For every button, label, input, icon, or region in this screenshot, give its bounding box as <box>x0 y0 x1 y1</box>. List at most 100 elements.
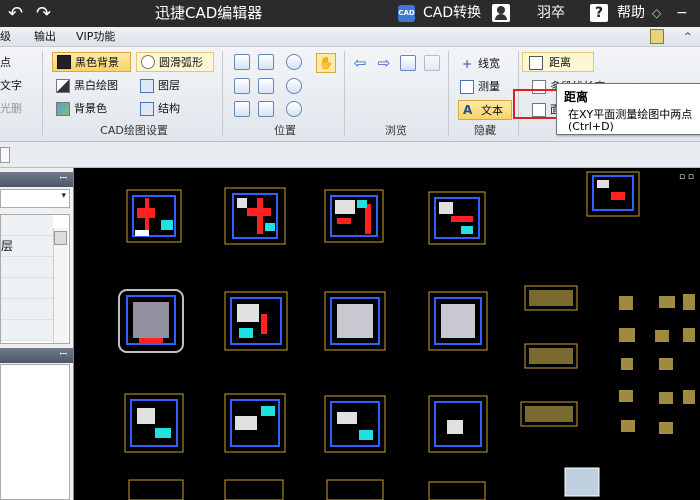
floor-plan <box>128 479 486 500</box>
ribbon-text-button[interactable]: 文字 <box>0 76 22 96</box>
zoom-realtime-icon[interactable] <box>258 101 274 117</box>
pin-icon[interactable]: ◇ <box>652 0 661 27</box>
floor-plan <box>428 395 488 453</box>
line-width-label: 线宽 <box>478 57 500 70</box>
structure-button[interactable]: 结构 <box>140 99 180 119</box>
arrow-left-icon[interactable]: ⇦ <box>352 55 368 71</box>
tooltip-shortcut: (Ctrl+D) <box>568 120 614 133</box>
hand-pan-icon[interactable]: ✋ <box>316 53 336 73</box>
layer-dropdown[interactable]: ▾ <box>0 189 70 208</box>
panel-pin-icon[interactable]: ꟷ <box>60 172 67 187</box>
user-icon[interactable] <box>492 4 510 22</box>
menu-output[interactable]: 输出 <box>34 27 56 47</box>
menu-bar: 级 输出 VIP功能 ^ <box>0 27 700 47</box>
black-white-drawing-button[interactable]: 黑白绘图 <box>56 76 118 96</box>
username-label[interactable]: 羽卒 <box>537 0 565 27</box>
distance-tooltip: 距离 在XY平面测量绘图中两点 (Ctrl+D) <box>556 83 700 135</box>
black-background-button[interactable]: 黑色背景 <box>52 52 131 72</box>
zoom-previous-icon[interactable] <box>234 101 250 117</box>
ribbon-separator <box>448 51 449 137</box>
structure-label: 结构 <box>158 102 180 115</box>
help-icon[interactable]: ? <box>590 4 608 22</box>
list-item[interactable] <box>1 215 53 236</box>
structure-icon <box>140 102 154 116</box>
title-bar: ↶ ↷ 迅捷CAD编辑器 CAD CAD转换 羽卒 ? 帮助 ◇ − <box>0 0 700 27</box>
floor-plan <box>224 393 286 453</box>
measure-toggle-label: 测量 <box>478 80 500 93</box>
minimize-button[interactable]: − <box>676 0 688 27</box>
tab-strip <box>0 142 700 168</box>
background-color-icon <box>56 102 70 116</box>
ruler-icon <box>529 56 543 70</box>
tab-strip-control[interactable] <box>0 147 10 163</box>
menu-vip[interactable]: VIP功能 <box>76 27 115 47</box>
black-white-label: 黑白绘图 <box>74 79 118 92</box>
panel-header: ꟷ <box>0 172 73 187</box>
smooth-arc-icon <box>141 55 155 69</box>
cad-logo-icon[interactable]: CAD <box>398 5 415 22</box>
zoom-out-icon[interactable] <box>286 78 302 94</box>
layer-scroll-thumb[interactable] <box>54 231 67 245</box>
layers-icon <box>140 79 154 93</box>
zoom-in-icon[interactable] <box>286 54 302 70</box>
floor-plan <box>224 291 288 351</box>
position-group-label: 位置 <box>274 124 296 137</box>
refresh-view-icon[interactable] <box>400 55 416 71</box>
detail-drawings <box>619 294 695 370</box>
black-background-label: 黑色背景 <box>75 56 119 69</box>
floor-plan <box>428 291 488 351</box>
collapse-ribbon-icon[interactable]: ^ <box>684 27 692 47</box>
distance-label: 距离 <box>549 56 571 69</box>
layer-scrollbar[interactable] <box>53 228 68 343</box>
undo-icon[interactable]: ↶ <box>8 0 23 27</box>
floor-plan <box>324 291 386 351</box>
chevron-down-icon[interactable]: ▾ <box>61 191 66 201</box>
zoom-dropdown-icon[interactable] <box>286 101 302 117</box>
ribbon-light-button[interactable]: 光删 <box>0 99 22 119</box>
arrow-right-icon[interactable]: ⇨ <box>376 55 392 71</box>
floor-plan <box>586 171 640 217</box>
drawing-canvas[interactable]: ▫ ▫ <box>75 168 700 500</box>
notepad-icon[interactable] <box>650 29 664 44</box>
list-item[interactable] <box>1 320 53 341</box>
line-width-button[interactable]: + 线宽 <box>460 54 500 74</box>
tooltip-title: 距离 <box>564 90 589 104</box>
pan-icon[interactable] <box>258 54 274 70</box>
list-item[interactable]: 层 <box>1 236 53 257</box>
fit-icon[interactable] <box>234 78 250 94</box>
list-item[interactable] <box>1 257 53 278</box>
export-view-icon[interactable] <box>424 55 440 71</box>
zoom-window-icon[interactable] <box>234 54 250 70</box>
cad-convert-button[interactable]: CAD转换 <box>423 0 481 27</box>
black-background-icon <box>57 55 71 69</box>
layers-button[interactable]: 图层 <box>140 76 180 96</box>
layers-label: 图层 <box>158 79 180 92</box>
ribbon-separator <box>344 51 345 137</box>
panel-pin-icon[interactable]: ꟷ <box>60 348 67 363</box>
smooth-arc-button[interactable]: 圆滑弧形 <box>136 52 214 72</box>
floor-plan <box>428 191 486 245</box>
distance-button[interactable]: 距离 <box>522 52 594 72</box>
detail-drawings <box>619 390 695 434</box>
viewport-thumbnail <box>564 467 600 497</box>
menu-advanced[interactable]: 级 <box>0 27 11 47</box>
background-color-button[interactable]: 背景色 <box>56 99 107 119</box>
list-item[interactable] <box>1 299 53 320</box>
floor-plan <box>126 189 182 243</box>
elevation-drawing <box>520 401 578 427</box>
text-toggle-label: 文本 <box>481 104 503 117</box>
zoom-extents-icon[interactable] <box>258 78 274 94</box>
layer-list: 层 <box>0 214 70 344</box>
redo-icon[interactable]: ↷ <box>36 0 51 27</box>
app-title: 迅捷CAD编辑器 <box>155 4 263 22</box>
black-white-icon <box>56 79 70 93</box>
cad-drawing <box>118 171 695 500</box>
ribbon-point-button[interactable]: 点 <box>0 53 11 73</box>
list-item[interactable] <box>1 278 53 299</box>
ribbon-separator <box>42 51 43 137</box>
floor-plan <box>324 395 386 453</box>
measure-toggle-button[interactable]: 测量 <box>460 77 500 97</box>
ribbon-separator <box>222 51 223 137</box>
text-toggle-button[interactable]: A 文本 <box>458 100 512 120</box>
help-button[interactable]: 帮助 <box>617 0 645 27</box>
